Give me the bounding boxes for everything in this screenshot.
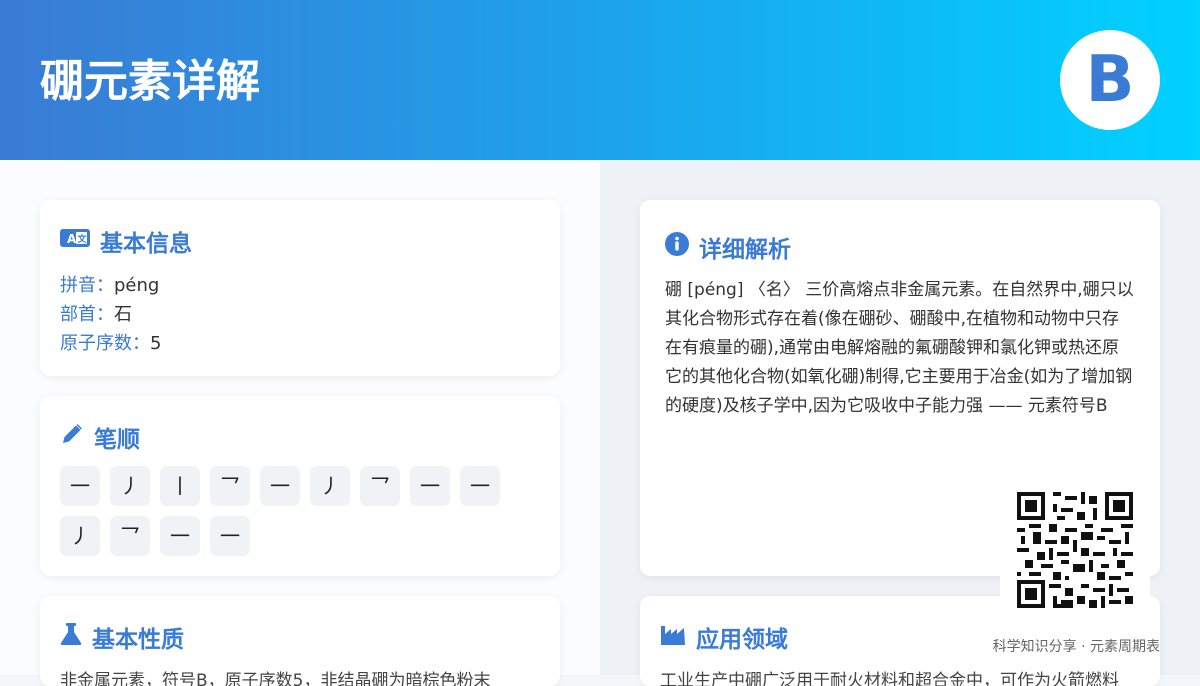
stroke-item: 乛 bbox=[210, 466, 250, 506]
atomic-number-label: 原子序数： bbox=[60, 333, 150, 354]
basic-info-heading-text: 基本信息 bbox=[100, 231, 192, 257]
svg-text:文: 文 bbox=[77, 233, 88, 245]
pinyin-label: 拼音： bbox=[60, 275, 114, 296]
element-symbol-badge: B bbox=[1060, 30, 1160, 130]
industry-icon bbox=[660, 623, 686, 651]
properties-card: 基本性质 非金属元素，符号B，原子序数5，非结晶硼为暗棕色粉末 bbox=[40, 596, 560, 686]
page-title: 硼元素详解 bbox=[40, 56, 260, 107]
stroke-order-card: 笔顺 一 丿 丨 乛 一 丿 乛 一 一 丿 乛 一 一 bbox=[40, 396, 560, 576]
stroke-item: 乛 bbox=[360, 466, 400, 506]
radical-value: 石 bbox=[114, 304, 132, 325]
properties-heading-text: 基本性质 bbox=[92, 627, 184, 653]
atomic-number-row: 原子序数：5 bbox=[60, 329, 161, 358]
detail-heading-text: 详细解析 bbox=[699, 237, 791, 263]
properties-heading: 基本性质 bbox=[60, 620, 184, 654]
stroke-item: 一 bbox=[210, 516, 250, 556]
stroke-order-heading: 笔顺 bbox=[60, 420, 140, 454]
pinyin-value: péng bbox=[114, 275, 160, 296]
radical-label: 部首： bbox=[60, 304, 114, 325]
atomic-number-value: 5 bbox=[150, 333, 162, 354]
pencil-icon bbox=[60, 422, 84, 452]
applications-text: 工业生产中硼广泛用于耐火材料和超合金中，可作为火箭燃料 bbox=[660, 671, 1119, 686]
pinyin-row: 拼音：péng bbox=[60, 271, 159, 300]
header-banner: 硼元素详解 B bbox=[0, 0, 1200, 160]
stroke-item: 一 bbox=[260, 466, 300, 506]
flask-icon bbox=[60, 622, 82, 652]
radical-row: 部首：石 bbox=[60, 300, 132, 329]
applications-heading: 应用领域 bbox=[660, 620, 788, 654]
stroke-item: 一 bbox=[60, 466, 100, 506]
stroke-order-heading-text: 笔顺 bbox=[94, 427, 140, 453]
info-circle-icon bbox=[665, 232, 689, 262]
stroke-item: 一 bbox=[160, 516, 200, 556]
qr-code-icon bbox=[1017, 492, 1133, 608]
stroke-item: 一 bbox=[410, 466, 450, 506]
stroke-item: 丿 bbox=[60, 516, 100, 556]
basic-info-heading: A文 基本信息 bbox=[60, 224, 192, 258]
properties-text: 非金属元素，符号B，原子序数5，非结晶硼为暗棕色粉末 bbox=[60, 671, 491, 686]
detail-heading: 详细解析 bbox=[665, 230, 791, 264]
svg-text:A: A bbox=[67, 232, 77, 246]
detail-text: 硼 [péng] 〈名〉 三价高熔点非金属元素。在自然界中,硼只以其化合物形式存… bbox=[665, 280, 1134, 416]
stroke-item: 丿 bbox=[110, 466, 150, 506]
stroke-item: 一 bbox=[460, 466, 500, 506]
stroke-item: 丨 bbox=[160, 466, 200, 506]
applications-heading-text: 应用领域 bbox=[696, 627, 788, 653]
footer-caption: 科学知识分享 · 元素周期表 bbox=[992, 639, 1160, 655]
stroke-item: 丿 bbox=[310, 466, 350, 506]
stroke-item: 乛 bbox=[110, 516, 150, 556]
basic-info-card: A文 基本信息 拼音：péng 部首：石 原子序数：5 bbox=[40, 200, 560, 376]
language-icon: A文 bbox=[60, 228, 90, 254]
qr-code bbox=[1000, 480, 1150, 612]
